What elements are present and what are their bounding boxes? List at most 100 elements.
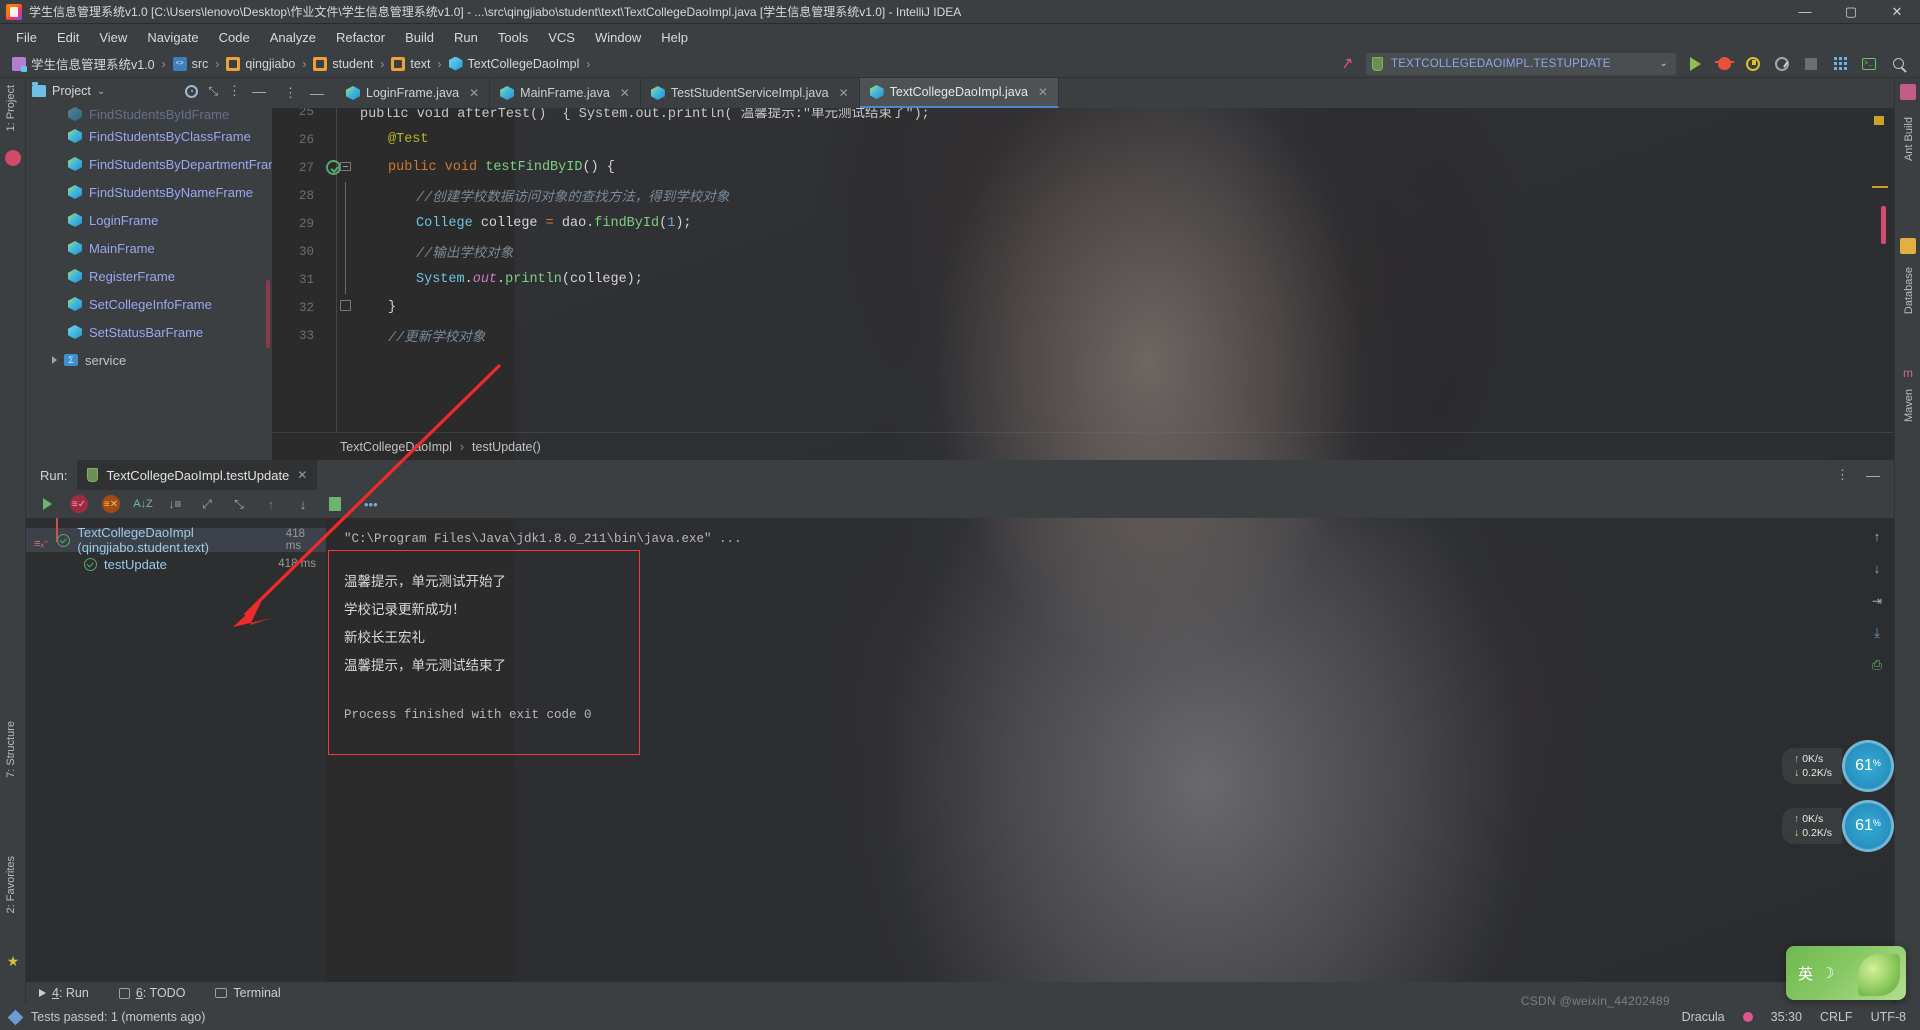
tool-button-database[interactable]: Database	[1897, 264, 1920, 317]
collapse-all-icon[interactable]: ⤡	[208, 84, 218, 99]
search-icon[interactable]	[1888, 54, 1908, 74]
rerun-button[interactable]	[38, 495, 56, 513]
next-occurrence-button[interactable]: ↓	[294, 495, 312, 513]
cpu-usage-circle[interactable]: 61%	[1842, 740, 1894, 792]
close-icon[interactable]: ✕	[1038, 85, 1048, 99]
tree-item-findstudentsbyidframe[interactable]: FindStudentsByIdFrame	[26, 106, 272, 122]
hide-panel-icon[interactable]: —	[1866, 467, 1880, 483]
more-options-button[interactable]: •••	[364, 495, 378, 513]
tool-button-structure[interactable]: 7: Structure	[0, 718, 23, 781]
terminal-icon[interactable]	[1859, 54, 1879, 74]
close-icon[interactable]: ✕	[620, 86, 630, 100]
chevron-down-icon[interactable]: ⌄	[97, 86, 105, 97]
filter-icon[interactable]: ≡ₓ	[34, 538, 44, 550]
breadcrumb-class-name[interactable]: TextCollegeDaoImpl	[340, 440, 452, 454]
network-speed-widget-1[interactable]: ↑ 0K/s ↓ 0.2K/s 61%	[1782, 740, 1894, 792]
menu-refactor[interactable]: Refactor	[326, 27, 395, 48]
tree-item-service[interactable]: service	[26, 346, 272, 374]
tool-tab-todo[interactable]: 6: TODO	[114, 985, 191, 1001]
user-icon[interactable]	[1900, 84, 1916, 100]
tool-button-project[interactable]: 1: Project	[0, 82, 23, 134]
menu-run[interactable]: Run	[444, 27, 488, 48]
tool-button-ant-build[interactable]: Ant Build	[1897, 114, 1920, 164]
ime-indicator[interactable]: 英 ☽	[1786, 946, 1906, 1000]
run-test-gutter-icon[interactable]	[326, 160, 341, 175]
menu-vcs[interactable]: VCS	[538, 27, 585, 48]
minimize-button[interactable]: —	[1782, 0, 1828, 24]
line-separator[interactable]: CRLF	[1820, 1010, 1853, 1024]
options-kebab-icon[interactable]: ⋮	[1836, 467, 1850, 483]
menu-edit[interactable]: Edit	[47, 27, 89, 48]
tool-button-favorites[interactable]: 2: Favorites	[0, 853, 23, 916]
sort-alphabetically-button[interactable]: A↓Z	[133, 495, 153, 513]
run-tab[interactable]: TextCollegeDaoImpl.testUpdate ✕	[77, 460, 318, 490]
menu-build[interactable]: Build	[395, 27, 444, 48]
tool-button-maven[interactable]: Maven	[1897, 386, 1920, 425]
menu-view[interactable]: View	[89, 27, 137, 48]
menu-file[interactable]: File	[6, 27, 47, 48]
export-icon[interactable]: ⤓	[1874, 626, 1880, 641]
print-icon[interactable]: ⎙	[1872, 658, 1882, 673]
code-editor[interactable]: 25 public void afterTest() { System.out.…	[272, 108, 1894, 460]
menu-code[interactable]: Code	[209, 27, 260, 48]
marker-warning[interactable]	[1874, 116, 1884, 125]
breadcrumb-method-name[interactable]: testUpdate()	[472, 440, 541, 454]
memory-usage-circle[interactable]: 61%	[1842, 800, 1894, 852]
profile-button[interactable]	[1772, 54, 1792, 74]
run-button[interactable]	[1685, 54, 1705, 74]
menu-analyze[interactable]: Analyze	[260, 27, 326, 48]
breadcrumb-text[interactable]: text	[387, 55, 434, 73]
run-with-coverage-button[interactable]	[1743, 54, 1763, 74]
make-project-icon[interactable]: ↗	[1337, 54, 1357, 74]
hide-passed-toggle[interactable]: ≡✓	[70, 495, 88, 513]
file-encoding[interactable]: UTF-8	[1871, 1010, 1906, 1024]
expand-all-button[interactable]: ⤢	[198, 495, 216, 513]
code-fold-end-icon[interactable]	[340, 300, 351, 311]
theme-indicator[interactable]: Dracula	[1682, 1010, 1725, 1024]
debug-button[interactable]	[1714, 54, 1734, 74]
maximize-button[interactable]: ▢	[1828, 0, 1874, 24]
code-fold-icon[interactable]	[340, 162, 351, 171]
tree-item-mainframe[interactable]: MainFrame	[26, 234, 272, 262]
breadcrumb-class[interactable]: TextCollegeDaoImpl	[445, 55, 584, 73]
project-tree-scrollbar[interactable]	[266, 280, 270, 348]
close-button[interactable]: ✕	[1874, 0, 1920, 24]
export-test-results-button[interactable]	[326, 495, 344, 513]
editor-tab-mainframe[interactable]: MainFrame.java ✕	[490, 78, 641, 108]
database-grid-icon[interactable]	[1830, 54, 1850, 74]
star-icon[interactable]: ★	[5, 953, 21, 969]
menu-navigate[interactable]: Navigate	[137, 27, 208, 48]
event-log-icon[interactable]	[7, 1009, 24, 1025]
editor-tab-teststudentserviceimpl[interactable]: TestStudentServiceImpl.java ✕	[640, 78, 860, 108]
options-kebab-icon[interactable]: ⋮	[284, 85, 298, 101]
scroll-marker[interactable]	[1881, 206, 1886, 244]
hide-editor-icon[interactable]: —	[310, 85, 324, 101]
soft-wrap-icon[interactable]: ⇥	[1872, 594, 1882, 609]
editor-tab-textcollegedaoimpl[interactable]: TextCollegeDaoImpl.java ✕	[859, 78, 1059, 108]
menu-window[interactable]: Window	[585, 27, 651, 48]
run-console[interactable]: Tests passed: 1 of 1 test – 418 ms "C:\P…	[326, 518, 1894, 982]
breadcrumb-qingjiabo[interactable]: qingjiabo	[222, 55, 299, 73]
stop-button[interactable]	[1801, 54, 1821, 74]
test-tree-row-class[interactable]: ⌄ TextCollegeDaoImpl (qingjiabo.student.…	[26, 518, 326, 555]
scroll-from-source-icon[interactable]	[185, 84, 199, 98]
tree-item-findstudentsbydepartmentframe[interactable]: FindStudentsByDepartmentFrame	[26, 150, 272, 178]
tree-item-findstudentsbynameframe[interactable]: FindStudentsByNameFrame	[26, 178, 272, 206]
network-speed-widget-2[interactable]: ↑ 0K/s ↓ 0.2K/s 61%	[1782, 800, 1894, 852]
caret-position[interactable]: 35:30	[1771, 1010, 1802, 1024]
breadcrumb-src[interactable]: src	[169, 55, 213, 73]
close-icon[interactable]: ✕	[839, 86, 849, 100]
tool-tab-terminal[interactable]: Terminal	[210, 985, 285, 1001]
hide-panel-icon[interactable]: —	[252, 83, 266, 99]
previous-occurrence-button[interactable]: ↑	[262, 495, 280, 513]
close-icon[interactable]: ✕	[297, 468, 307, 482]
tree-item-findstudentsbyclassframe[interactable]: FindStudentsByClassFrame	[26, 122, 272, 150]
breadcrumb-student[interactable]: student	[309, 55, 377, 73]
tree-item-setstatusbarframe[interactable]: SetStatusBarFrame	[26, 318, 272, 346]
options-kebab-icon[interactable]: ⋮	[228, 83, 242, 99]
tree-item-setcollegeinfoframe[interactable]: SetCollegeInfoFrame	[26, 290, 272, 318]
menu-help[interactable]: Help	[651, 27, 698, 48]
breadcrumb-project[interactable]: 学生信息管理系统v1.0	[8, 52, 159, 75]
test-tree-row-method[interactable]: testUpdate 418 ms	[26, 552, 326, 576]
commit-icon[interactable]	[5, 150, 21, 166]
